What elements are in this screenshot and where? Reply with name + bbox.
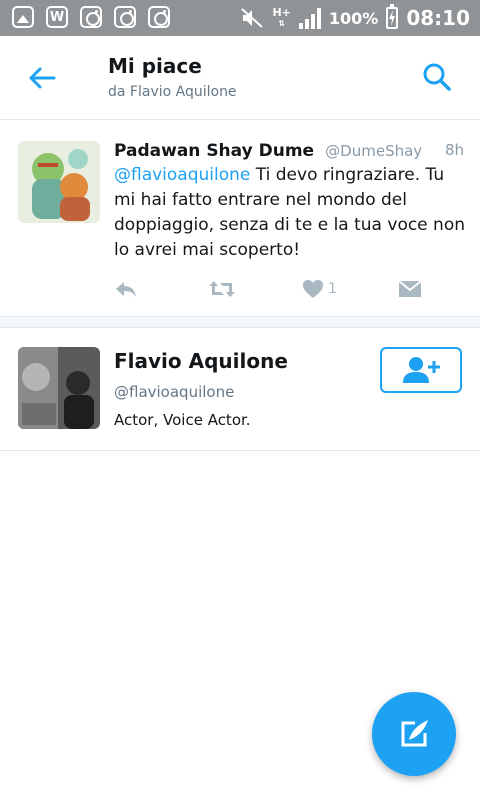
notification-icons: W: [12, 6, 170, 28]
user-avatar[interactable]: [18, 347, 100, 429]
search-button[interactable]: [420, 60, 454, 94]
signal-icon: [298, 7, 321, 29]
back-arrow-icon: [29, 67, 56, 89]
user-name[interactable]: Flavio Aquilone: [114, 349, 288, 373]
heart-icon: [303, 280, 323, 298]
tweet-timestamp: 8h: [444, 141, 464, 159]
page-title: Mi piace: [108, 54, 202, 78]
tweet-actions: 1: [114, 275, 424, 303]
instagram-icon: [114, 6, 136, 28]
network-type: H+ ⇅: [272, 6, 291, 28]
clock: 08:10: [406, 6, 470, 30]
reply-icon: [116, 282, 136, 297]
user-card[interactable]: Flavio Aquilone @flavioaquilone Actor, V…: [0, 329, 480, 451]
page-subtitle: da Flavio Aquilone: [108, 84, 237, 100]
add-user-icon: [403, 357, 440, 383]
instagram-icon: [148, 6, 170, 28]
retweet-button[interactable]: [208, 277, 236, 301]
status-bar: W H+ ⇅ 100% 08:10: [0, 0, 480, 36]
system-status: H+ ⇅ 100% 08:10: [240, 4, 470, 32]
gallery-icon: [12, 6, 34, 28]
retweet-icon: [209, 281, 235, 297]
back-button[interactable]: [24, 60, 60, 96]
tweet[interactable]: Padawan Shay Dume @DumeShay 8h @flavioaq…: [0, 121, 480, 317]
follow-button[interactable]: [380, 347, 462, 393]
tweet-body: @flavioaquilone Ti devo ringraziare. Tu …: [114, 163, 470, 263]
battery-percent: 100%: [328, 8, 379, 28]
app-bar: Mi piace da Flavio Aquilone: [0, 36, 480, 120]
search-icon: [423, 63, 451, 91]
tweet-header: Padawan Shay Dume @DumeShay 8h: [114, 141, 464, 165]
tweet-author-handle[interactable]: @DumeShay: [325, 142, 422, 160]
compose-tweet-button[interactable]: [372, 692, 456, 776]
tweet-mention-link[interactable]: @flavioaquilone: [114, 165, 250, 185]
reply-button[interactable]: [114, 277, 138, 301]
user-handle[interactable]: @flavioaquilone: [114, 383, 234, 401]
tweet-author-name[interactable]: Padawan Shay Dume: [114, 141, 314, 161]
instagram-icon: [80, 6, 102, 28]
user-bio: Actor, Voice Actor.: [114, 411, 251, 429]
w-app-icon: W: [46, 6, 68, 28]
like-button[interactable]: 1: [302, 277, 337, 301]
battery-charging-icon: [386, 4, 399, 29]
direct-message-button[interactable]: [398, 277, 422, 301]
mute-icon: [241, 8, 264, 28]
tweet-author-avatar[interactable]: [18, 141, 100, 223]
compose-icon: [401, 720, 428, 747]
envelope-icon: [398, 280, 422, 297]
like-count: 1: [328, 281, 337, 297]
section-divider: [0, 317, 480, 328]
